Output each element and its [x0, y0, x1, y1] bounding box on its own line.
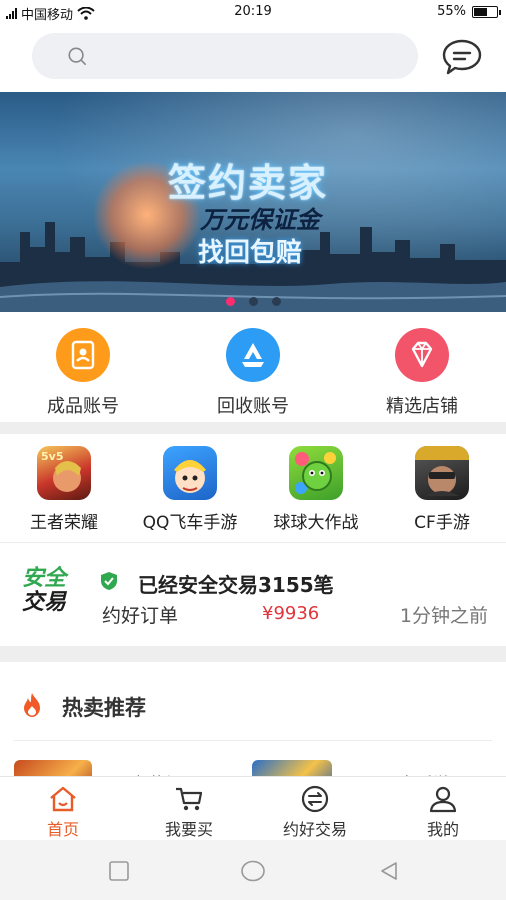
hot-section-title: 热卖推荐: [62, 696, 146, 720]
recycle-drive-icon: [226, 328, 280, 382]
fire-icon: [24, 693, 40, 717]
divider: [14, 740, 492, 741]
game-qq-speed[interactable]: QQ飞车手游: [126, 446, 254, 533]
system-nav-bar: [0, 840, 506, 900]
status-time: 20:19: [234, 4, 272, 19]
square-recents-icon[interactable]: [108, 860, 130, 882]
game-honor-of-kings[interactable]: 5v5 王者荣耀: [0, 446, 128, 533]
category-label: 精选店铺: [386, 396, 458, 417]
qq-speed-icon: [163, 446, 217, 500]
chat-bubble-icon[interactable]: [440, 37, 484, 77]
tab-mine[interactable]: 我的: [380, 785, 506, 840]
cart-icon: [176, 787, 203, 811]
order-time: 1分钟之前: [399, 605, 488, 627]
tab-label: 约好交易: [282, 820, 347, 839]
circle-home-icon[interactable]: [240, 860, 266, 882]
honor-of-kings-icon: 5v5: [37, 446, 91, 500]
divider: [0, 646, 506, 662]
game-cf-mobile[interactable]: CF手游: [378, 446, 506, 533]
home-icon: [50, 786, 76, 812]
order-price: ¥9936: [262, 603, 320, 624]
banner-title: 签约卖家: [168, 161, 329, 205]
exchange-icon: [301, 785, 329, 813]
tab-label: 首页: [46, 820, 79, 839]
banner-dot[interactable]: [272, 297, 281, 306]
status-right: 55%: [437, 4, 501, 19]
banner-pagination: [226, 297, 281, 306]
tab-buy[interactable]: 我要买: [126, 785, 252, 840]
safe-trade-panel[interactable]: 安全 交易 已经安全交易3155笔 约好订单 ¥9936 1分钟之前: [0, 542, 506, 646]
banner-subtitle-guarantee: 找回包赔: [198, 238, 303, 268]
diamond-icon: [395, 328, 449, 382]
game-label: 王者荣耀: [30, 513, 98, 533]
safe-trade-logo-line2: 交易: [22, 590, 67, 615]
battery-percent: 55%: [437, 4, 466, 19]
order-label: 约好订单: [102, 605, 179, 627]
search-icon: [68, 47, 86, 65]
category-recycle-account[interactable]: 回收账号: [188, 328, 318, 418]
header: [0, 24, 506, 92]
triangle-back-icon[interactable]: [378, 860, 400, 882]
promo-banner[interactable]: 签约卖家 万元保证金 找回包赔: [0, 92, 506, 312]
account-card-icon: [56, 328, 110, 382]
game-row: 5v5 王者荣耀 QQ飞车手游 球球大作战 CF手游: [0, 434, 506, 542]
category-row: 成品账号 回收账号 精选店铺: [0, 312, 506, 422]
status-bar: 中国移动 20:19 55%: [0, 0, 506, 24]
shield-check-icon: [101, 572, 117, 590]
ball-battle-icon: [289, 446, 343, 500]
game-label: 球球大作战: [273, 513, 359, 533]
game-ball-battle[interactable]: 球球大作战: [252, 446, 380, 533]
battery-icon: [472, 5, 501, 18]
user-icon: [429, 786, 457, 813]
divider: [0, 422, 506, 434]
category-featured-store[interactable]: 精选店铺: [357, 328, 487, 418]
tab-trade[interactable]: 约好交易: [252, 785, 378, 840]
game-label: QQ飞车手游: [142, 513, 238, 533]
banner-subtitle-deposit: 万元保证金: [200, 206, 320, 234]
search-input[interactable]: [32, 33, 418, 79]
category-label: 回收账号: [217, 396, 289, 417]
tab-home[interactable]: 首页: [0, 785, 126, 840]
tab-label: 我要买: [164, 820, 213, 839]
app-screen: 中国移动 20:19 55% 签约卖家 万元保证金 找回包赔 成品账号 回收账号…: [0, 0, 506, 900]
safe-trade-logo: 安全 交易: [22, 567, 84, 615]
category-label: 成品账号: [47, 396, 119, 417]
category-finished-account[interactable]: 成品账号: [18, 328, 148, 418]
cf-mobile-icon: [415, 446, 469, 500]
svg-text:5v5: 5v5: [41, 450, 63, 463]
safe-trade-count: 已经安全交易3155笔: [138, 573, 334, 597]
game-label: CF手游: [414, 513, 470, 533]
safe-trade-logo-line1: 安全: [22, 566, 67, 591]
bottom-tab-bar: 首页 我要买 约好交易 我的: [0, 776, 506, 840]
banner-dot[interactable]: [226, 297, 235, 306]
tab-label: 我的: [426, 820, 459, 839]
banner-dot[interactable]: [249, 297, 258, 306]
